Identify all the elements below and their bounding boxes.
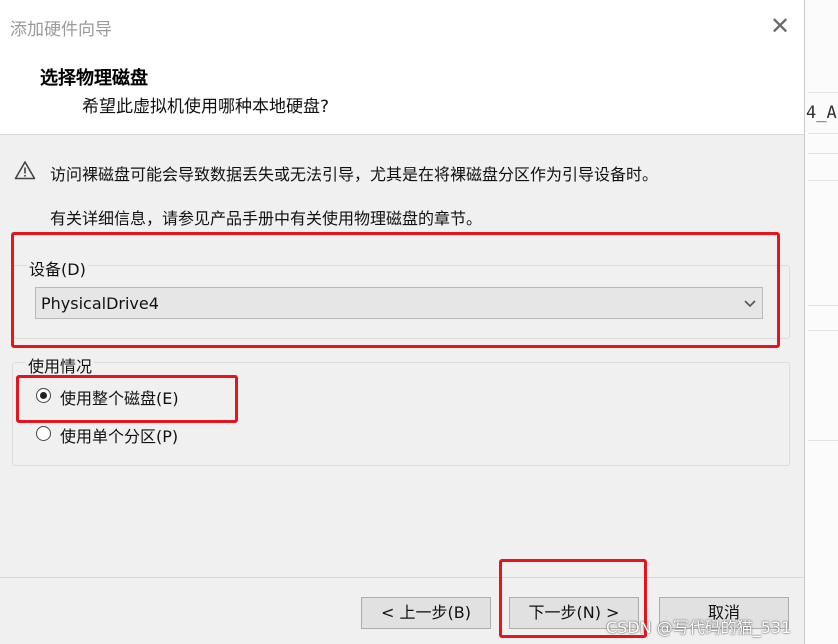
- background-divider: [808, 133, 838, 134]
- background-divider: [808, 180, 838, 181]
- page-title: 选择物理磁盘: [40, 68, 148, 89]
- use-single-partition-radio[interactable]: [36, 426, 51, 441]
- close-icon[interactable]: ✕: [766, 12, 794, 40]
- add-hardware-wizard-dialog: 添加硬件向导 ✕ 选择物理磁盘 希望此虚拟机使用哪种本地硬盘? 访问裸磁盘可能会…: [0, 0, 805, 644]
- background-divider: [808, 440, 838, 441]
- device-dropdown-value: PhysicalDrive4: [41, 294, 159, 313]
- title-bar: [0, 0, 804, 54]
- page-subtitle: 希望此虚拟机使用哪种本地硬盘?: [82, 97, 330, 117]
- info-message: 有关详细信息，请参见产品手册中有关使用物理磁盘的章节。: [50, 209, 483, 228]
- background-divider: [808, 92, 838, 93]
- usage-group-label: 使用情况: [26, 353, 95, 377]
- background-divider: [808, 330, 838, 331]
- window-title: 添加硬件向导: [10, 20, 112, 40]
- background-window-text: 4_AI: [806, 103, 838, 123]
- background-divider: [808, 305, 838, 306]
- footer-divider: [0, 577, 804, 578]
- use-entire-disk-label[interactable]: 使用整个磁盘(E): [60, 385, 179, 409]
- warning-message: 访问裸磁盘可能会导致数据丢失或无法引导，尤其是在将裸磁盘分区作为引导设备时。: [50, 165, 659, 184]
- background-window: [800, 0, 838, 644]
- watermark: CSDN @写代码的猫_531: [606, 618, 792, 637]
- usage-group-box: [12, 362, 790, 466]
- back-button[interactable]: < 上一步(B): [361, 597, 491, 629]
- background-divider: [808, 153, 838, 154]
- use-entire-disk-radio[interactable]: [36, 388, 51, 403]
- use-single-partition-label[interactable]: 使用单个分区(P): [60, 423, 178, 447]
- device-group-label: 设备(D): [27, 256, 88, 280]
- warning-triangle-icon: [14, 160, 36, 180]
- radio-selected-dot: [40, 392, 47, 399]
- chevron-down-icon[interactable]: [740, 293, 760, 313]
